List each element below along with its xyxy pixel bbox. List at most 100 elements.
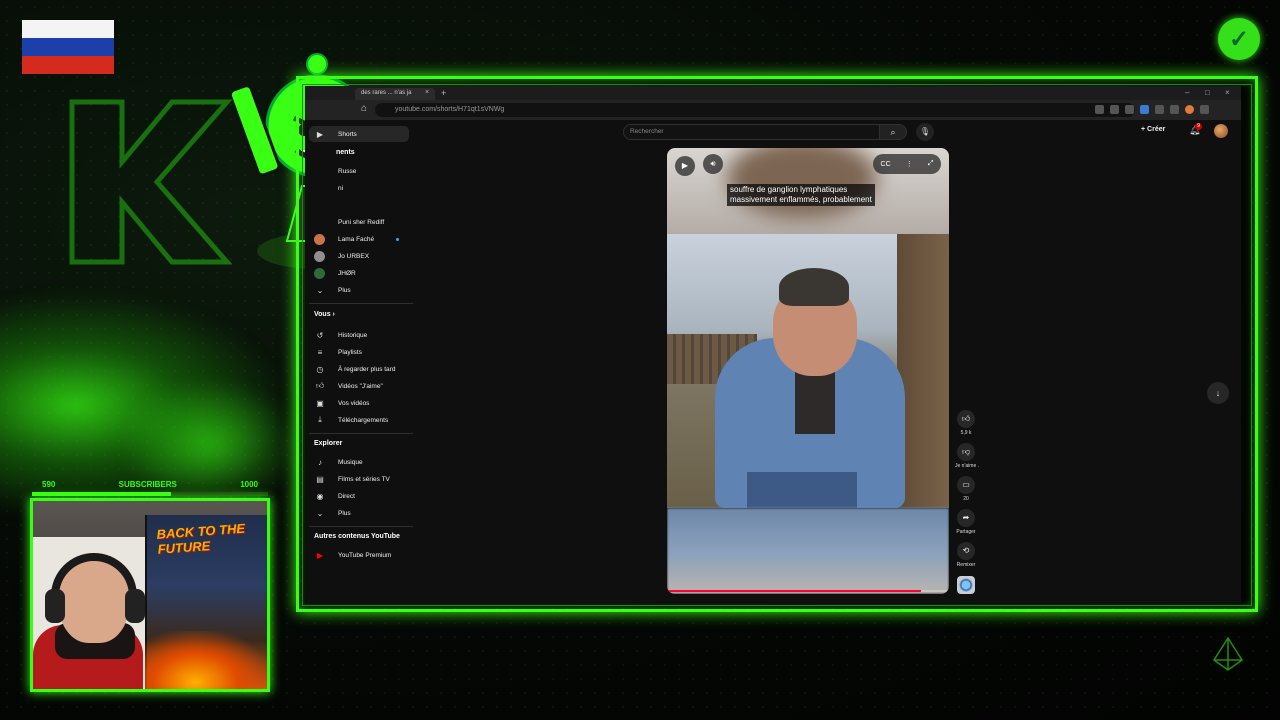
minimize-icon[interactable]: – xyxy=(1185,88,1189,97)
sidebar-item-label: YouTube Premium xyxy=(338,551,392,559)
tab-bar: des rares ... n'as ja × + – □ × xyxy=(305,86,1241,100)
divider xyxy=(309,303,413,304)
sidebar-item-label: Lama Faché xyxy=(338,235,375,243)
like-button[interactable]: 👍︎ 5,9 k xyxy=(955,410,977,436)
user-avatar[interactable] xyxy=(1214,124,1228,138)
channel-avatar xyxy=(314,183,325,194)
fullscreen-icon[interactable]: ⤢ xyxy=(928,160,934,168)
sidebar-item-label: Vidéos "J'aime" xyxy=(338,382,383,390)
channel-avatar xyxy=(314,217,325,228)
webcam-feed: BACK TO THE FUTURE xyxy=(30,498,270,692)
extension-icon[interactable] xyxy=(1140,105,1149,114)
sidebar-item-label: Puni sher Rediff xyxy=(338,218,385,226)
sidebar-item-label: Jo URBEX xyxy=(338,252,370,260)
sidebar-item-shorts[interactable]: ▶ Shorts xyxy=(309,126,409,142)
home-icon[interactable]: ⌂ xyxy=(361,103,367,114)
sound-thumbnail[interactable] xyxy=(957,576,975,594)
channel-avatar xyxy=(314,166,325,177)
share-icon: ➦ xyxy=(957,509,975,527)
sidebar-item-your-videos[interactable]: ▣ Vos vidéos xyxy=(309,395,409,411)
sidebar-item-channel[interactable]: Russe xyxy=(309,163,409,179)
sidebar-item-label: Plus xyxy=(338,286,351,294)
your-videos-icon: ▣ xyxy=(316,398,324,408)
vous-header[interactable]: Vous › xyxy=(314,311,335,318)
extension-icon[interactable] xyxy=(1110,105,1119,114)
sidebar-item-youtube-premium[interactable]: ▶ YouTube Premium xyxy=(309,547,409,563)
sidebar-item-more[interactable]: ⌄ Plus xyxy=(309,505,409,521)
close-tab-icon[interactable]: × xyxy=(425,89,429,96)
subscriber-goal-bar: 590 SUBSCRIBERS 1000 xyxy=(32,480,268,492)
comments-button[interactable]: ▭ 20 xyxy=(955,476,977,502)
extension-icon[interactable] xyxy=(1095,105,1104,114)
sidebar-item-liked-videos[interactable]: 👍︎ Vidéos "J'aime" xyxy=(309,378,409,394)
sidebar-item-downloads[interactable]: ⤓ Téléchargements xyxy=(309,412,409,428)
more-icon[interactable]: ⋮ xyxy=(906,160,913,168)
sidebar-item-live[interactable]: ◉ Direct xyxy=(309,488,409,504)
movies-icon: ▤ xyxy=(316,474,324,484)
volume-icon[interactable]: 🔊︎ xyxy=(703,154,723,174)
sidebar-item-movies[interactable]: ▤ Films et séries TV xyxy=(309,471,409,487)
shorts-icon: ▶ xyxy=(316,129,324,139)
sidebar-item-channel[interactable]: ni xyxy=(309,180,409,196)
divider xyxy=(309,433,413,434)
sidebar-item-history[interactable]: ↺ Historique xyxy=(309,327,409,343)
maximize-icon[interactable]: □ xyxy=(1205,88,1210,97)
star-icon[interactable] xyxy=(1125,105,1134,114)
shorts-player[interactable]: souffre de ganglion lymphatiques massive… xyxy=(667,148,949,594)
sidebar-item-channel[interactable]: Jo URBEX xyxy=(309,248,409,264)
extension-icon[interactable] xyxy=(1155,105,1164,114)
url-input[interactable]: youtube.com/shorts/H71qt1sVNWg xyxy=(375,103,1135,117)
search-input[interactable]: Rechercher xyxy=(623,124,885,140)
sidebar-item-channel[interactable]: JHØR xyxy=(309,265,409,281)
address-bar: ⌂ youtube.com/shorts/H71qt1sVNWg xyxy=(305,100,1241,120)
play-icon[interactable]: ▶ xyxy=(675,156,695,176)
verified-check-icon: ✓ xyxy=(1218,18,1260,60)
video-progress-bar[interactable] xyxy=(667,590,949,592)
channel-avatar xyxy=(314,250,325,262)
sidebar-item-label: Plus xyxy=(338,509,351,517)
playlists-icon: ≡ xyxy=(317,347,323,357)
sidebar-item-label: Historique xyxy=(338,331,368,339)
browser-tab[interactable]: des rares ... n'as ja xyxy=(355,88,435,100)
progress-fill xyxy=(667,590,921,592)
sidebar-item-label: Vos vidéos xyxy=(338,399,370,407)
sidebar-item-playlists[interactable]: ≡ Playlists xyxy=(309,344,409,360)
sidebar-item-label: À regarder plus tard xyxy=(338,365,396,373)
comment-icon: ▭ xyxy=(957,476,975,494)
download-icon: ⤓ xyxy=(318,415,322,424)
remix-button[interactable]: ⟲ Remixer xyxy=(955,542,977,568)
sidebar-item-channel[interactable]: Lama Faché xyxy=(309,231,409,247)
subscriptions-header[interactable]: nents xyxy=(314,149,355,156)
microphone-icon[interactable]: 🎙︎ xyxy=(916,123,934,141)
sidebar-item-label: Russe xyxy=(338,167,357,175)
channel-avatar xyxy=(314,267,325,279)
sidebar-item-watch-later[interactable]: ◷ À regarder plus tard xyxy=(309,361,409,377)
video-frame-main xyxy=(667,234,949,508)
close-window-icon[interactable]: × xyxy=(1225,88,1230,97)
sidebar-item-music[interactable]: ♪ Musique xyxy=(309,454,409,470)
profile-icon[interactable] xyxy=(1185,105,1194,114)
other-content-header: Autres contenus YouTube xyxy=(314,533,400,540)
dislike-button[interactable]: 👎︎ Je n'aime . xyxy=(955,443,979,469)
watch-later-icon: ◷ xyxy=(316,364,324,374)
new-tab-icon[interactable]: + xyxy=(441,88,446,98)
share-button[interactable]: ➦ Partager xyxy=(955,509,977,535)
video-frame-bottom xyxy=(667,508,949,594)
corner-emblem-icon xyxy=(1212,636,1244,671)
menu-icon[interactable] xyxy=(1200,105,1209,114)
search-icon[interactable]: ⌕ xyxy=(879,124,907,140)
sidebar-item-label: JHØR xyxy=(338,269,356,277)
extension-icon[interactable] xyxy=(1170,105,1179,114)
next-short-button[interactable]: ↓ xyxy=(1207,382,1229,404)
sidebar-item-label: Shorts xyxy=(338,130,357,138)
create-button[interactable]: + Créer xyxy=(1141,126,1165,133)
video-caption: souffre de ganglion lymphatiques massive… xyxy=(727,184,875,206)
captions-icon[interactable]: CC xyxy=(881,161,891,168)
like-icon: 👍︎ xyxy=(957,410,975,428)
sidebar-item-channel[interactable]: Puni sher Rediff xyxy=(309,214,409,230)
dislike-icon: 👎︎ xyxy=(957,443,975,461)
sidebar-item-label: Musique xyxy=(338,458,363,466)
live-icon: ◉ xyxy=(316,491,324,501)
sidebar-item-more[interactable]: ⌄ Plus xyxy=(309,282,409,298)
channel-avatar xyxy=(314,233,325,245)
